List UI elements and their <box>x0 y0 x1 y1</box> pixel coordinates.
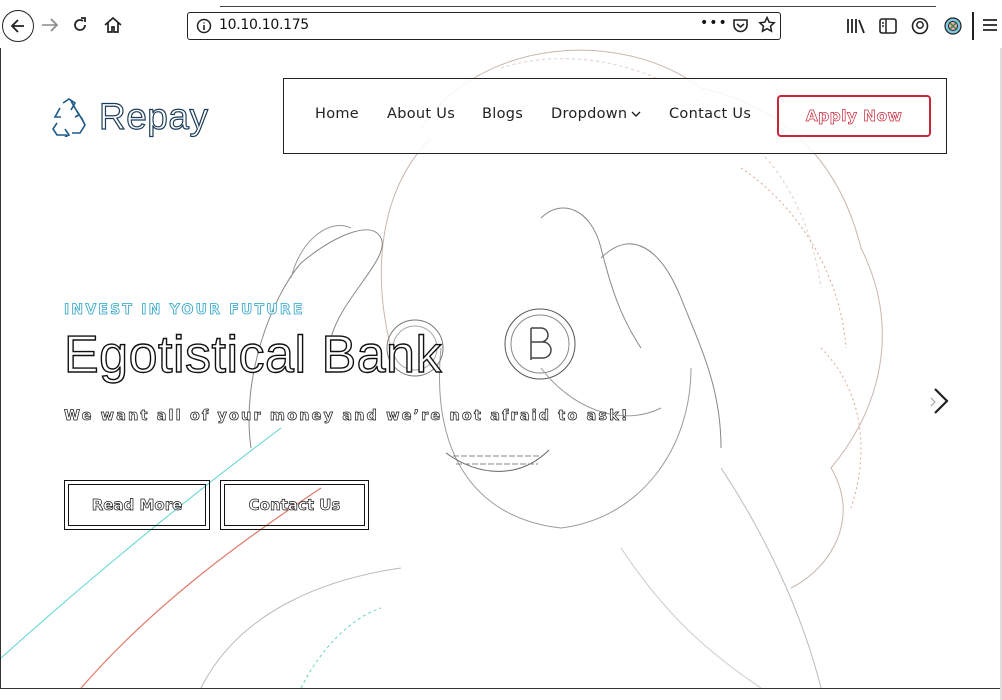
account-icon <box>911 17 929 35</box>
forward-button[interactable] <box>38 10 62 40</box>
nav-dropdown-label: Dropdown <box>551 106 628 122</box>
toolbar-separator <box>972 12 974 40</box>
recycle-icon <box>52 98 86 137</box>
reload-button[interactable] <box>68 10 92 40</box>
apply-now-button[interactable]: Apply Now <box>777 95 931 137</box>
library-icon <box>847 19 865 34</box>
info-icon[interactable] <box>196 18 212 34</box>
web-page: Repay Home About Us Blogs Dropdown Conta… <box>0 48 1002 689</box>
sidebar-button[interactable] <box>879 16 897 36</box>
hero-title: Egotistical Bank <box>63 325 442 384</box>
forward-arrow-icon <box>42 18 59 32</box>
sidebar-icon <box>879 18 897 34</box>
pocket-icon[interactable] <box>732 18 749 34</box>
address-bar[interactable]: 10.10.10.175 ••• <box>187 12 781 40</box>
nav-blogs-link[interactable]: Blogs <box>482 106 523 122</box>
home-button[interactable] <box>100 10 126 40</box>
extension-button[interactable] <box>943 16 963 36</box>
menu-button[interactable] <box>982 17 998 37</box>
more-dots-icon[interactable]: ••• <box>700 15 728 31</box>
reload-icon <box>74 17 86 31</box>
tab-strip-edge <box>220 0 936 7</box>
logo-text: Repay <box>98 95 209 137</box>
carousel-next-button[interactable] <box>927 386 955 420</box>
hero-tagline: INVEST IN YOUR FUTURE <box>64 302 305 319</box>
browser-toolbar: 10.10.10.175 ••• <box>0 0 1002 49</box>
extension-icon <box>944 17 962 35</box>
hamburger-icon <box>983 19 997 31</box>
home-icon <box>104 16 122 33</box>
read-more-button[interactable]: Read More <box>64 480 210 530</box>
site-logo[interactable]: Repay <box>47 95 209 138</box>
nav-dropdown[interactable]: Dropdown <box>551 106 641 122</box>
chevron-down-icon <box>631 111 641 117</box>
back-arrow-icon <box>10 19 24 33</box>
chevron-right-icon <box>930 388 949 414</box>
account-button[interactable] <box>911 16 929 36</box>
back-button[interactable] <box>2 10 34 42</box>
main-navigation: Home About Us Blogs Dropdown Contact Us … <box>283 78 947 154</box>
hero-subtitle: We want all of your money and we’re not … <box>64 408 630 425</box>
nav-contact-link[interactable]: Contact Us <box>669 106 751 122</box>
hero-contact-button[interactable]: Contact Us <box>220 480 369 530</box>
nav-home-link[interactable]: Home <box>315 106 359 122</box>
nav-about-link[interactable]: About Us <box>387 106 455 122</box>
url-text[interactable]: 10.10.10.175 <box>219 17 309 33</box>
star-icon[interactable] <box>758 16 776 34</box>
library-button[interactable] <box>846 16 866 36</box>
